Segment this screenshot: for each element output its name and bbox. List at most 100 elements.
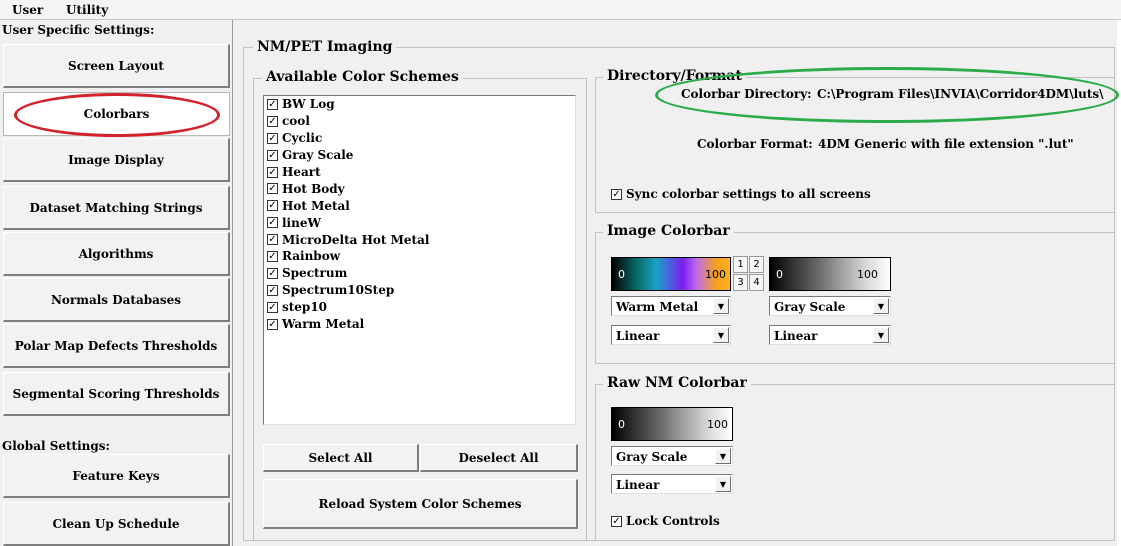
sidebar-item-image-display[interactable]: Image Display	[3, 138, 230, 182]
color-scheme-item[interactable]: ✓ Gray Scale	[264, 147, 575, 164]
screen-4-button[interactable]: 4	[749, 274, 764, 291]
color-scheme-checkbox[interactable]: ✓	[267, 115, 278, 127]
color-scheme-checkbox[interactable]: ✓	[267, 183, 278, 195]
image-colorbar-1[interactable]: 0 100	[611, 257, 731, 291]
sidebar-item-algorithms[interactable]: Algorithms	[3, 232, 230, 276]
color-scheme-item[interactable]: ✓ Hot Body	[264, 180, 575, 197]
dropdown-arrow-icon[interactable]: ▼	[715, 448, 731, 464]
image-scheme-2-select[interactable]: Gray Scale ▼	[769, 296, 891, 316]
menu-bar: User Utility	[0, 0, 1121, 20]
color-scheme-item[interactable]: ✓ Rainbow	[264, 248, 575, 265]
lock-controls-checkbox[interactable]: ✓	[611, 515, 622, 527]
color-scheme-checkbox[interactable]: ✓	[267, 234, 278, 246]
image-colorbar-2[interactable]: 0 100	[769, 257, 891, 291]
select-all-button[interactable]: Select All	[263, 444, 419, 472]
image-colorbar-title: Image Colorbar	[603, 223, 734, 239]
raw-nm-colorbar-title: Raw NM Colorbar	[603, 375, 751, 391]
sidebar-item-screen-layout[interactable]: Screen Layout	[3, 44, 230, 88]
menu-user[interactable]: User	[12, 3, 43, 17]
color-scheme-label: Hot Body	[282, 181, 345, 196]
image-scale-2-select[interactable]: Linear ▼	[769, 325, 891, 345]
color-scheme-checkbox[interactable]: ✓	[267, 250, 278, 262]
color-scheme-checkbox[interactable]: ✓	[267, 301, 278, 313]
image-scale-2-value: Linear	[774, 329, 818, 343]
raw-nm-colorbar-max: 100	[707, 418, 728, 431]
color-scheme-item[interactable]: ✓ BW Log	[264, 96, 575, 113]
image-scale-1-value: Linear	[616, 329, 660, 343]
sidebar-item-clean-up-schedule[interactable]: Clean Up Schedule	[3, 502, 230, 546]
colorbar-directory-value: C:\Program Files\INVIA\Corridor4DM\luts\	[817, 87, 1104, 101]
dropdown-arrow-icon[interactable]: ▼	[873, 298, 889, 314]
color-scheme-item[interactable]: ✓ Spectrum	[264, 265, 575, 282]
raw-nm-colorbar-min: 0	[618, 418, 625, 431]
sync-colorbar-checkbox[interactable]: ✓	[611, 188, 622, 200]
color-scheme-checkbox[interactable]: ✓	[267, 200, 278, 212]
raw-scale-select[interactable]: Linear ▼	[611, 474, 733, 494]
sync-colorbar-row[interactable]: ✓ Sync colorbar settings to all screens	[611, 187, 871, 201]
image-colorbar-2-min: 0	[776, 268, 783, 281]
raw-scale-value: Linear	[616, 478, 660, 492]
color-scheme-label: cool	[282, 114, 310, 129]
colorbar-format-label: Colorbar Format:	[697, 137, 813, 151]
deselect-all-button[interactable]: Deselect All	[420, 444, 578, 472]
color-scheme-item[interactable]: ✓ Warm Metal	[264, 316, 575, 333]
color-scheme-checkbox[interactable]: ✓	[267, 166, 278, 178]
sidebar-item-feature-keys[interactable]: Feature Keys	[3, 454, 230, 498]
screen-selector: 1 2 3 4	[733, 256, 765, 292]
color-scheme-label: BW Log	[282, 97, 335, 112]
color-scheme-label: Gray Scale	[282, 148, 354, 163]
user-settings-heading: User Specific Settings:	[2, 23, 155, 37]
color-scheme-label: Cyclic	[282, 131, 323, 146]
color-scheme-item[interactable]: ✓ Spectrum10Step	[264, 282, 575, 299]
screen-2-button[interactable]: 2	[749, 256, 764, 273]
raw-nm-colorbar[interactable]: 0 100	[611, 407, 733, 441]
sidebar-item-colorbars[interactable]: Colorbars	[3, 92, 230, 136]
color-scheme-item[interactable]: ✓ lineW	[264, 214, 575, 231]
reload-color-schemes-button[interactable]: Reload System Color Schemes	[263, 479, 578, 529]
image-scheme-1-select[interactable]: Warm Metal ▼	[611, 296, 731, 316]
screen-1-button[interactable]: 1	[733, 256, 748, 273]
color-scheme-label: Spectrum	[282, 266, 348, 281]
sync-colorbar-label: Sync colorbar settings to all screens	[626, 187, 871, 201]
color-scheme-label: Spectrum10Step	[282, 283, 395, 298]
color-schemes-list[interactable]: ✓ BW Log ✓ cool ✓ Cyclic ✓ Gray Scale ✓ Heart ✓ Hot…	[263, 95, 576, 425]
image-colorbar-1-max: 100	[705, 268, 726, 281]
color-scheme-item[interactable]: ✓ step10	[264, 299, 575, 316]
dropdown-arrow-icon[interactable]: ▼	[873, 327, 889, 343]
dropdown-arrow-icon[interactable]: ▼	[715, 476, 731, 492]
color-scheme-item[interactable]: ✓ MicroDelta Hot Metal	[264, 231, 575, 248]
nm-pet-imaging-title: NM/PET Imaging	[253, 39, 397, 55]
color-scheme-checkbox[interactable]: ✓	[267, 132, 278, 144]
image-colorbar-1-min: 0	[618, 268, 625, 281]
color-scheme-checkbox[interactable]: ✓	[267, 217, 278, 229]
color-scheme-label: Warm Metal	[282, 317, 365, 332]
image-scheme-2-value: Gray Scale	[774, 300, 846, 314]
sidebar-item-normals-databases[interactable]: Normals Databases	[3, 278, 230, 322]
raw-scheme-select[interactable]: Gray Scale ▼	[611, 446, 733, 466]
global-settings-heading: Global Settings:	[2, 439, 110, 453]
color-scheme-checkbox[interactable]: ✓	[267, 267, 278, 279]
color-scheme-label: step10	[282, 300, 328, 315]
color-scheme-checkbox[interactable]: ✓	[267, 98, 278, 110]
menu-utility[interactable]: Utility	[66, 3, 108, 17]
sidebar-item-dataset-matching[interactable]: Dataset Matching Strings	[3, 186, 230, 230]
color-scheme-checkbox[interactable]: ✓	[267, 284, 278, 296]
image-scale-1-select[interactable]: Linear ▼	[611, 325, 731, 345]
color-scheme-item[interactable]: ✓ cool	[264, 113, 575, 130]
color-scheme-item[interactable]: ✓ Hot Metal	[264, 197, 575, 214]
directory-format-title: Directory/Format	[603, 68, 746, 84]
dropdown-arrow-icon[interactable]: ▼	[713, 298, 729, 314]
color-scheme-label: Heart	[282, 165, 321, 179]
sidebar-item-segmental-scoring[interactable]: Segmental Scoring Thresholds	[3, 372, 230, 416]
color-scheme-checkbox[interactable]: ✓	[267, 318, 278, 330]
lock-controls-row[interactable]: ✓ Lock Controls	[611, 514, 720, 528]
color-scheme-item[interactable]: ✓ Cyclic	[264, 130, 575, 147]
color-scheme-checkbox[interactable]: ✓	[267, 149, 278, 161]
screen-3-button[interactable]: 3	[733, 274, 748, 291]
dropdown-arrow-icon[interactable]: ▼	[713, 327, 729, 343]
color-scheme-label: Rainbow	[282, 249, 341, 264]
sidebar-item-polar-map-thresholds[interactable]: Polar Map Defects Thresholds	[3, 324, 230, 368]
raw-scheme-value: Gray Scale	[616, 450, 688, 464]
color-scheme-item[interactable]: ✓ Heart	[264, 164, 575, 181]
colorbar-format-value: 4DM Generic with file extension ".lut"	[818, 137, 1074, 151]
